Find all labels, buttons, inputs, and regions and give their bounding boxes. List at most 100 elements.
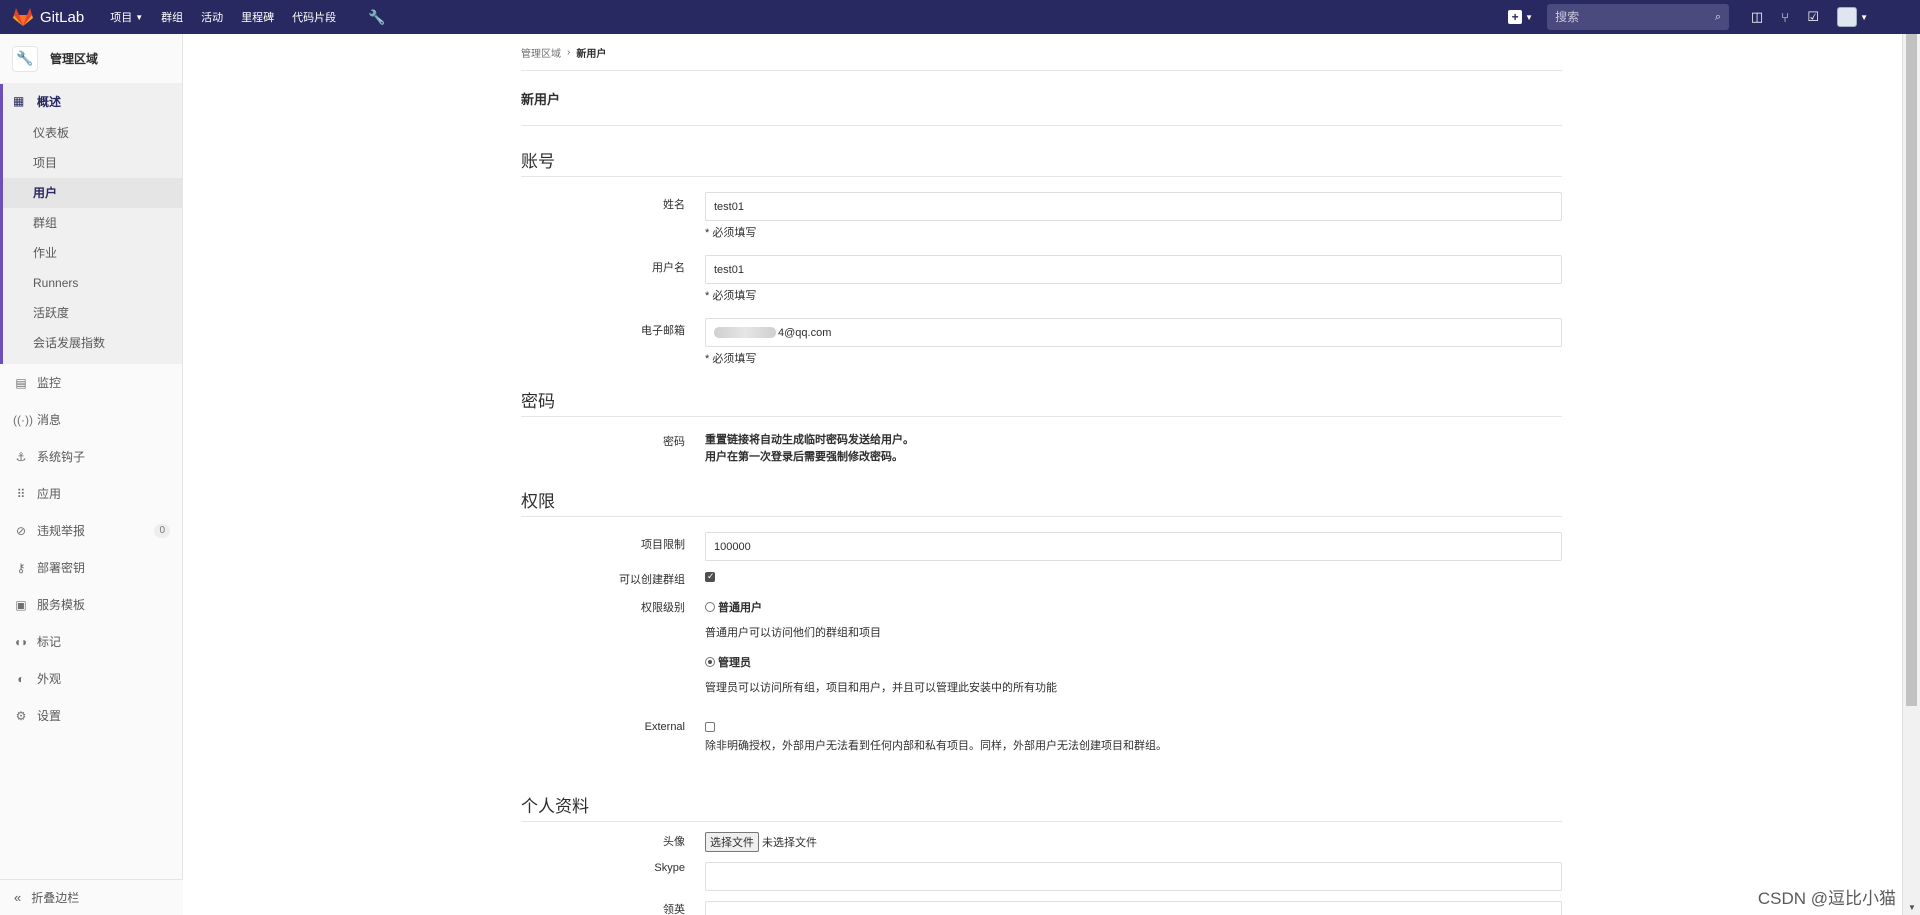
skype-label: Skype [654, 862, 685, 874]
sidebar-item-users[interactable]: 用户 [3, 178, 182, 208]
can-create-group-checkbox[interactable] [705, 571, 715, 582]
access-level-row: 权限级别 普通用户 普通用户可以访问他们的群组和项目 管理员 管理员可以访问所有… [521, 599, 1562, 695]
breadcrumb-separator-icon: › [567, 46, 571, 58]
double-chevron-left-icon: « [14, 890, 22, 905]
sidebar-item-monitoring[interactable]: ▤ 监控 [0, 364, 182, 401]
username-label: 用户名 [652, 262, 685, 274]
admin-radio[interactable] [705, 657, 715, 667]
sidebar-item-settings[interactable]: ⚙ 设置 [0, 697, 182, 734]
email-row: 电子邮箱 4@qq.com * 必须填写 [521, 318, 1562, 366]
issues-icon[interactable]: ◫ [1743, 9, 1771, 25]
sidebar-item-groups[interactable]: 群组 [3, 208, 182, 238]
page-scrollbar[interactable]: ▼ [1902, 34, 1920, 915]
sidebar-item-applications[interactable]: ⠿ 应用 [0, 475, 182, 512]
can-create-group-label: 可以创建群组 [619, 574, 685, 586]
sidebar-item-runners[interactable]: Runners [3, 268, 182, 298]
admin-wrench-icon[interactable]: 🔧 [368, 9, 385, 26]
name-label: 姓名 [663, 199, 685, 211]
sidebar-item-dashboard[interactable]: 仪表板 [3, 118, 182, 148]
report-icon: ⊘ [15, 523, 27, 538]
chevron-down-icon: ▼ [1525, 12, 1534, 22]
regular-radio[interactable] [705, 602, 715, 612]
choose-file-button[interactable]: 选择文件 [705, 832, 759, 852]
email-label: 电子邮箱 [641, 325, 685, 337]
todos-icon[interactable]: ☑ [1799, 9, 1827, 25]
gitlab-fox-icon [13, 8, 33, 26]
project-limit-field[interactable]: 100000 [705, 532, 1562, 561]
nav-groups[interactable]: 群组 [161, 9, 183, 25]
sidebar-item-service-templates[interactable]: ▣ 服务模板 [0, 586, 182, 623]
breadcrumb: 管理区域 › 新用户 [521, 34, 1562, 71]
skype-row: Skype [521, 862, 1562, 891]
collapse-sidebar-button[interactable]: « 折叠边栏 [0, 879, 183, 915]
breadcrumb-current[interactable]: 新用户 [576, 45, 606, 60]
required-hint: * 必须填写 [705, 290, 757, 302]
sidebar-item-messages[interactable]: ((·)) 消息 [0, 401, 182, 438]
sidebar-item-activity[interactable]: 活跃度 [3, 298, 182, 328]
search-icon: ⌕ [1714, 10, 1722, 23]
sidebar-item-devops-score[interactable]: 会话发展指数 [3, 328, 182, 358]
sidebar-item-labels[interactable]: ◖◗ 标记 [0, 623, 182, 660]
sidebar-item-projects[interactable]: 项目 [3, 148, 182, 178]
external-description: 除非明确授权，外部用户无法看到任何内部和私有项目。同样，外部用户无法创建项目和群… [705, 740, 1167, 752]
merge-requests-icon[interactable]: ⑂ [1771, 10, 1799, 25]
sidebar-context-header[interactable]: 🔧 管理区域 [0, 34, 182, 84]
nav-snippets[interactable]: 代码片段 [292, 9, 336, 25]
linkedin-field[interactable] [705, 901, 1562, 915]
external-label: External [644, 721, 685, 733]
sidebar-item-appearance[interactable]: ◐ 外观 [0, 660, 182, 697]
external-checkbox[interactable] [705, 722, 715, 732]
name-field[interactable]: test01 [705, 192, 1562, 221]
sidebar-overview-section: ▦ 概述 仪表板 项目 用户 群组 作业 Runners 活跃度 会话发展指数 [0, 84, 182, 364]
user-menu[interactable]: ▼ [1837, 7, 1868, 27]
sidebar-item-system-hooks[interactable]: ⚓ 系统钩子 [0, 438, 182, 475]
linkedin-label: 领英 [663, 904, 685, 915]
hook-icon: ⚓ [15, 449, 27, 464]
apps-icon: ⠿ [16, 486, 26, 501]
top-right-actions: + ▼ ⌕ ◫ ⑂ ☑ ▼ [1508, 0, 1920, 34]
gitlab-logo[interactable]: GitLab [12, 7, 84, 27]
watermark: CSDN @逗比小猫 [1757, 889, 1896, 908]
skype-field[interactable] [705, 862, 1562, 891]
regular-radio-label: 普通用户 [718, 602, 762, 614]
email-visible-text: 4@qq.com [778, 326, 832, 339]
nav-projects[interactable]: 项目 ▼ [110, 9, 143, 25]
sidebar-section-title: 概述 [37, 94, 62, 109]
scrollbar-thumb[interactable] [1906, 34, 1917, 706]
sidebar-item-label: 系统钩子 [37, 450, 86, 464]
password-row: 密码 重置链接将自动生成临时密码发送给用户。 用户在第一次登录后需要强制修改密码… [521, 432, 1562, 466]
password-label: 密码 [663, 436, 685, 448]
password-info-line2: 用户在第一次登录后需要强制修改密码。 [705, 451, 903, 463]
sidebar-item-label: 设置 [37, 709, 62, 723]
search-input[interactable] [1555, 10, 1696, 24]
wrench-icon: 🔧 [12, 45, 38, 72]
project-limit-row: 项目限制 100000 [521, 532, 1562, 561]
sidebar-item-abuse-reports[interactable]: ⊘ 违规举报 0 [0, 512, 182, 549]
top-nav: 项目 ▼ 群组 活动 里程碑 代码片段 🔧 [110, 9, 385, 26]
sidebar-item-jobs[interactable]: 作业 [3, 238, 182, 268]
nav-activity[interactable]: 活动 [201, 9, 223, 25]
new-dropdown-button[interactable]: + ▼ [1508, 10, 1533, 24]
admin-option[interactable]: 管理员 [705, 654, 1562, 670]
regular-description: 普通用户可以访问他们的群组和项目 [705, 627, 881, 639]
search-box: ⌕ [1547, 4, 1730, 30]
count-badge: 0 [154, 523, 170, 538]
sidebar-item-label: 消息 [37, 413, 62, 427]
sidebar-item-overview[interactable]: ▦ 概述 [3, 84, 182, 118]
template-icon: ▣ [15, 597, 27, 612]
avatar-label: 头像 [663, 836, 685, 848]
nav-milestones[interactable]: 里程碑 [241, 9, 274, 25]
appearance-icon: ◐ [17, 671, 25, 686]
email-field[interactable]: 4@qq.com [705, 318, 1562, 347]
breadcrumb-admin-link[interactable]: 管理区域 [521, 45, 561, 60]
scroll-down-arrow-icon[interactable]: ▼ [1908, 903, 1916, 912]
regular-option[interactable]: 普通用户 [705, 599, 1562, 615]
username-field[interactable]: test01 [705, 255, 1562, 284]
logo-text: GitLab [40, 8, 85, 26]
sidebar-item-label: 部署密钥 [37, 561, 86, 575]
chevron-down-icon: ▼ [1860, 12, 1868, 22]
sidebar-item-label: 外观 [37, 672, 62, 686]
sidebar-item-deploy-keys[interactable]: ⚷ 部署密钥 [0, 549, 182, 586]
main-content: 管理区域 › 新用户 新用户 账号 姓名 test01 * 必须填写 用户名 t… [521, 34, 1562, 915]
plus-icon: + [1508, 10, 1523, 24]
